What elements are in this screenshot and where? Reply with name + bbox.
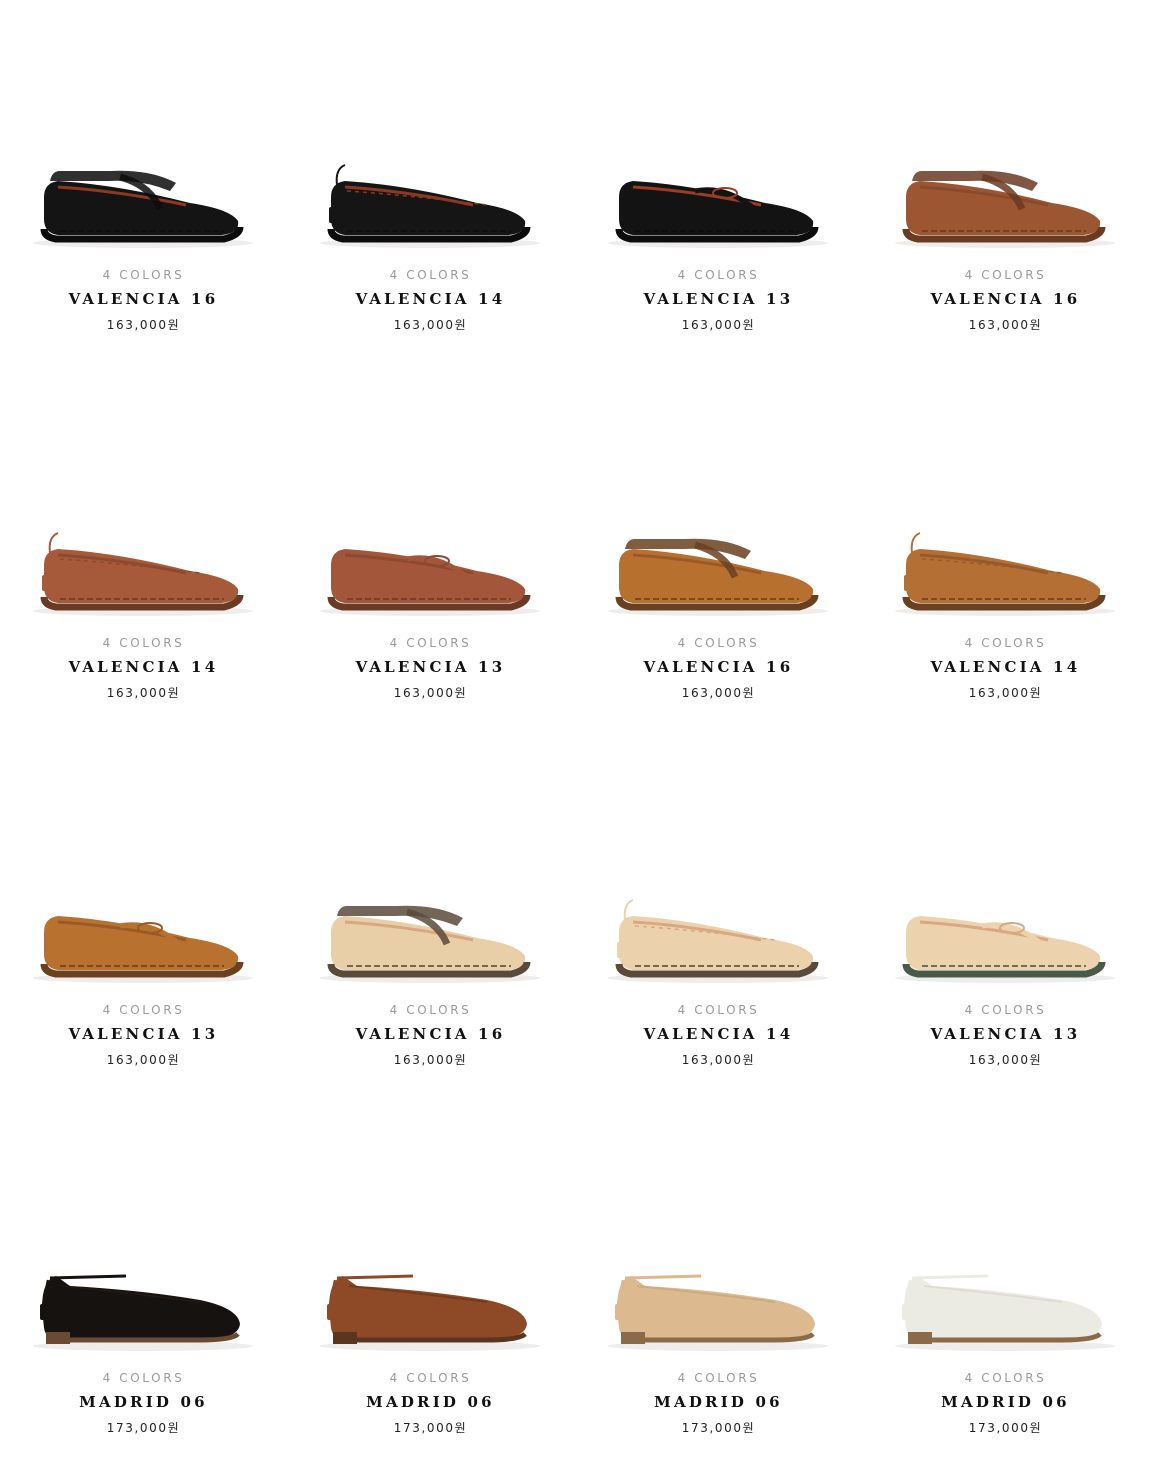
product-price: 163,000원 (393, 318, 468, 332)
color-count: 4 COLORS (964, 1371, 1047, 1385)
product-price: 173,000원 (393, 1421, 468, 1435)
shoe-image (608, 538, 828, 616)
product-price: 173,000원 (106, 1421, 181, 1435)
product-name[interactable]: VALENCIA 13 (0, 1025, 287, 1043)
product-price: 163,000원 (681, 1053, 756, 1067)
color-count: 4 COLORS (102, 636, 185, 650)
shoe-image (608, 899, 828, 983)
product-image[interactable] (862, 1228, 1149, 1351)
product-price: 173,000원 (681, 1421, 756, 1435)
product-name[interactable]: VALENCIA 16 (0, 290, 287, 308)
product-price: 163,000원 (393, 1053, 468, 1067)
color-count: 4 COLORS (102, 1003, 185, 1017)
shoe-image (33, 170, 253, 248)
color-count: 4 COLORS (677, 268, 760, 282)
shoe-image (320, 905, 540, 983)
shoe-image (33, 916, 253, 983)
product-name[interactable]: VALENCIA 13 (575, 290, 862, 308)
product-image[interactable] (0, 860, 287, 983)
color-count: 4 COLORS (389, 636, 472, 650)
shoe-image (895, 1274, 1115, 1351)
product-price: 163,000원 (968, 1053, 1043, 1067)
product-name[interactable]: MADRID 06 (287, 1393, 574, 1411)
color-count: 4 COLORS (964, 1003, 1047, 1017)
product-price: 163,000원 (106, 1053, 181, 1067)
product-image[interactable] (287, 493, 574, 616)
color-count: 4 COLORS (677, 636, 760, 650)
shoe-image (320, 164, 540, 248)
color-count: 4 COLORS (677, 1003, 760, 1017)
product-name[interactable]: MADRID 06 (862, 1393, 1149, 1411)
product-name[interactable]: VALENCIA 14 (287, 290, 574, 308)
product-name[interactable]: VALENCIA 14 (862, 658, 1149, 676)
product-name[interactable]: MADRID 06 (0, 1393, 287, 1411)
product-image[interactable] (575, 125, 862, 248)
color-count: 4 COLORS (389, 268, 472, 282)
product-image[interactable] (575, 860, 862, 983)
product-name[interactable]: VALENCIA 14 (575, 1025, 862, 1043)
shoe-image (608, 181, 828, 248)
shoe-image (320, 1274, 540, 1351)
product-name[interactable]: VALENCIA 16 (862, 290, 1149, 308)
product-image[interactable] (575, 493, 862, 616)
shoe-image (895, 532, 1115, 616)
product-grid: 4 COLORS VALENCIA 16 163,000원 4 COLORS VALE… (0, 0, 1150, 1470)
product-image[interactable] (287, 1228, 574, 1351)
product-image[interactable] (287, 125, 574, 248)
product-image[interactable] (0, 1228, 287, 1351)
product-price: 163,000원 (681, 686, 756, 700)
product-image[interactable] (862, 125, 1149, 248)
product-price: 163,000원 (681, 318, 756, 332)
product-price: 163,000원 (968, 318, 1043, 332)
shoe-image (895, 916, 1115, 983)
product-name[interactable]: VALENCIA 16 (575, 658, 862, 676)
color-count: 4 COLORS (102, 268, 185, 282)
product-price: 163,000원 (106, 318, 181, 332)
shoe-image (895, 170, 1115, 248)
product-name[interactable]: VALENCIA 13 (287, 658, 574, 676)
shoe-image (33, 532, 253, 616)
shoe-image (320, 549, 540, 616)
color-count: 4 COLORS (102, 1371, 185, 1385)
product-price: 163,000원 (968, 686, 1043, 700)
product-price: 173,000원 (968, 1421, 1043, 1435)
product-image[interactable] (862, 860, 1149, 983)
product-price: 163,000원 (393, 686, 468, 700)
product-image[interactable] (575, 1228, 862, 1351)
product-name[interactable]: VALENCIA 16 (287, 1025, 574, 1043)
product-name[interactable]: VALENCIA 13 (862, 1025, 1149, 1043)
product-name[interactable]: MADRID 06 (575, 1393, 862, 1411)
product-image[interactable] (862, 493, 1149, 616)
product-price: 163,000원 (106, 686, 181, 700)
shoe-image (33, 1274, 253, 1351)
color-count: 4 COLORS (389, 1371, 472, 1385)
product-image[interactable] (0, 493, 287, 616)
color-count: 4 COLORS (389, 1003, 472, 1017)
shoe-image (608, 1274, 828, 1351)
product-name[interactable]: VALENCIA 14 (0, 658, 287, 676)
product-image[interactable] (0, 125, 287, 248)
color-count: 4 COLORS (964, 268, 1047, 282)
color-count: 4 COLORS (964, 636, 1047, 650)
product-image[interactable] (287, 860, 574, 983)
color-count: 4 COLORS (677, 1371, 760, 1385)
